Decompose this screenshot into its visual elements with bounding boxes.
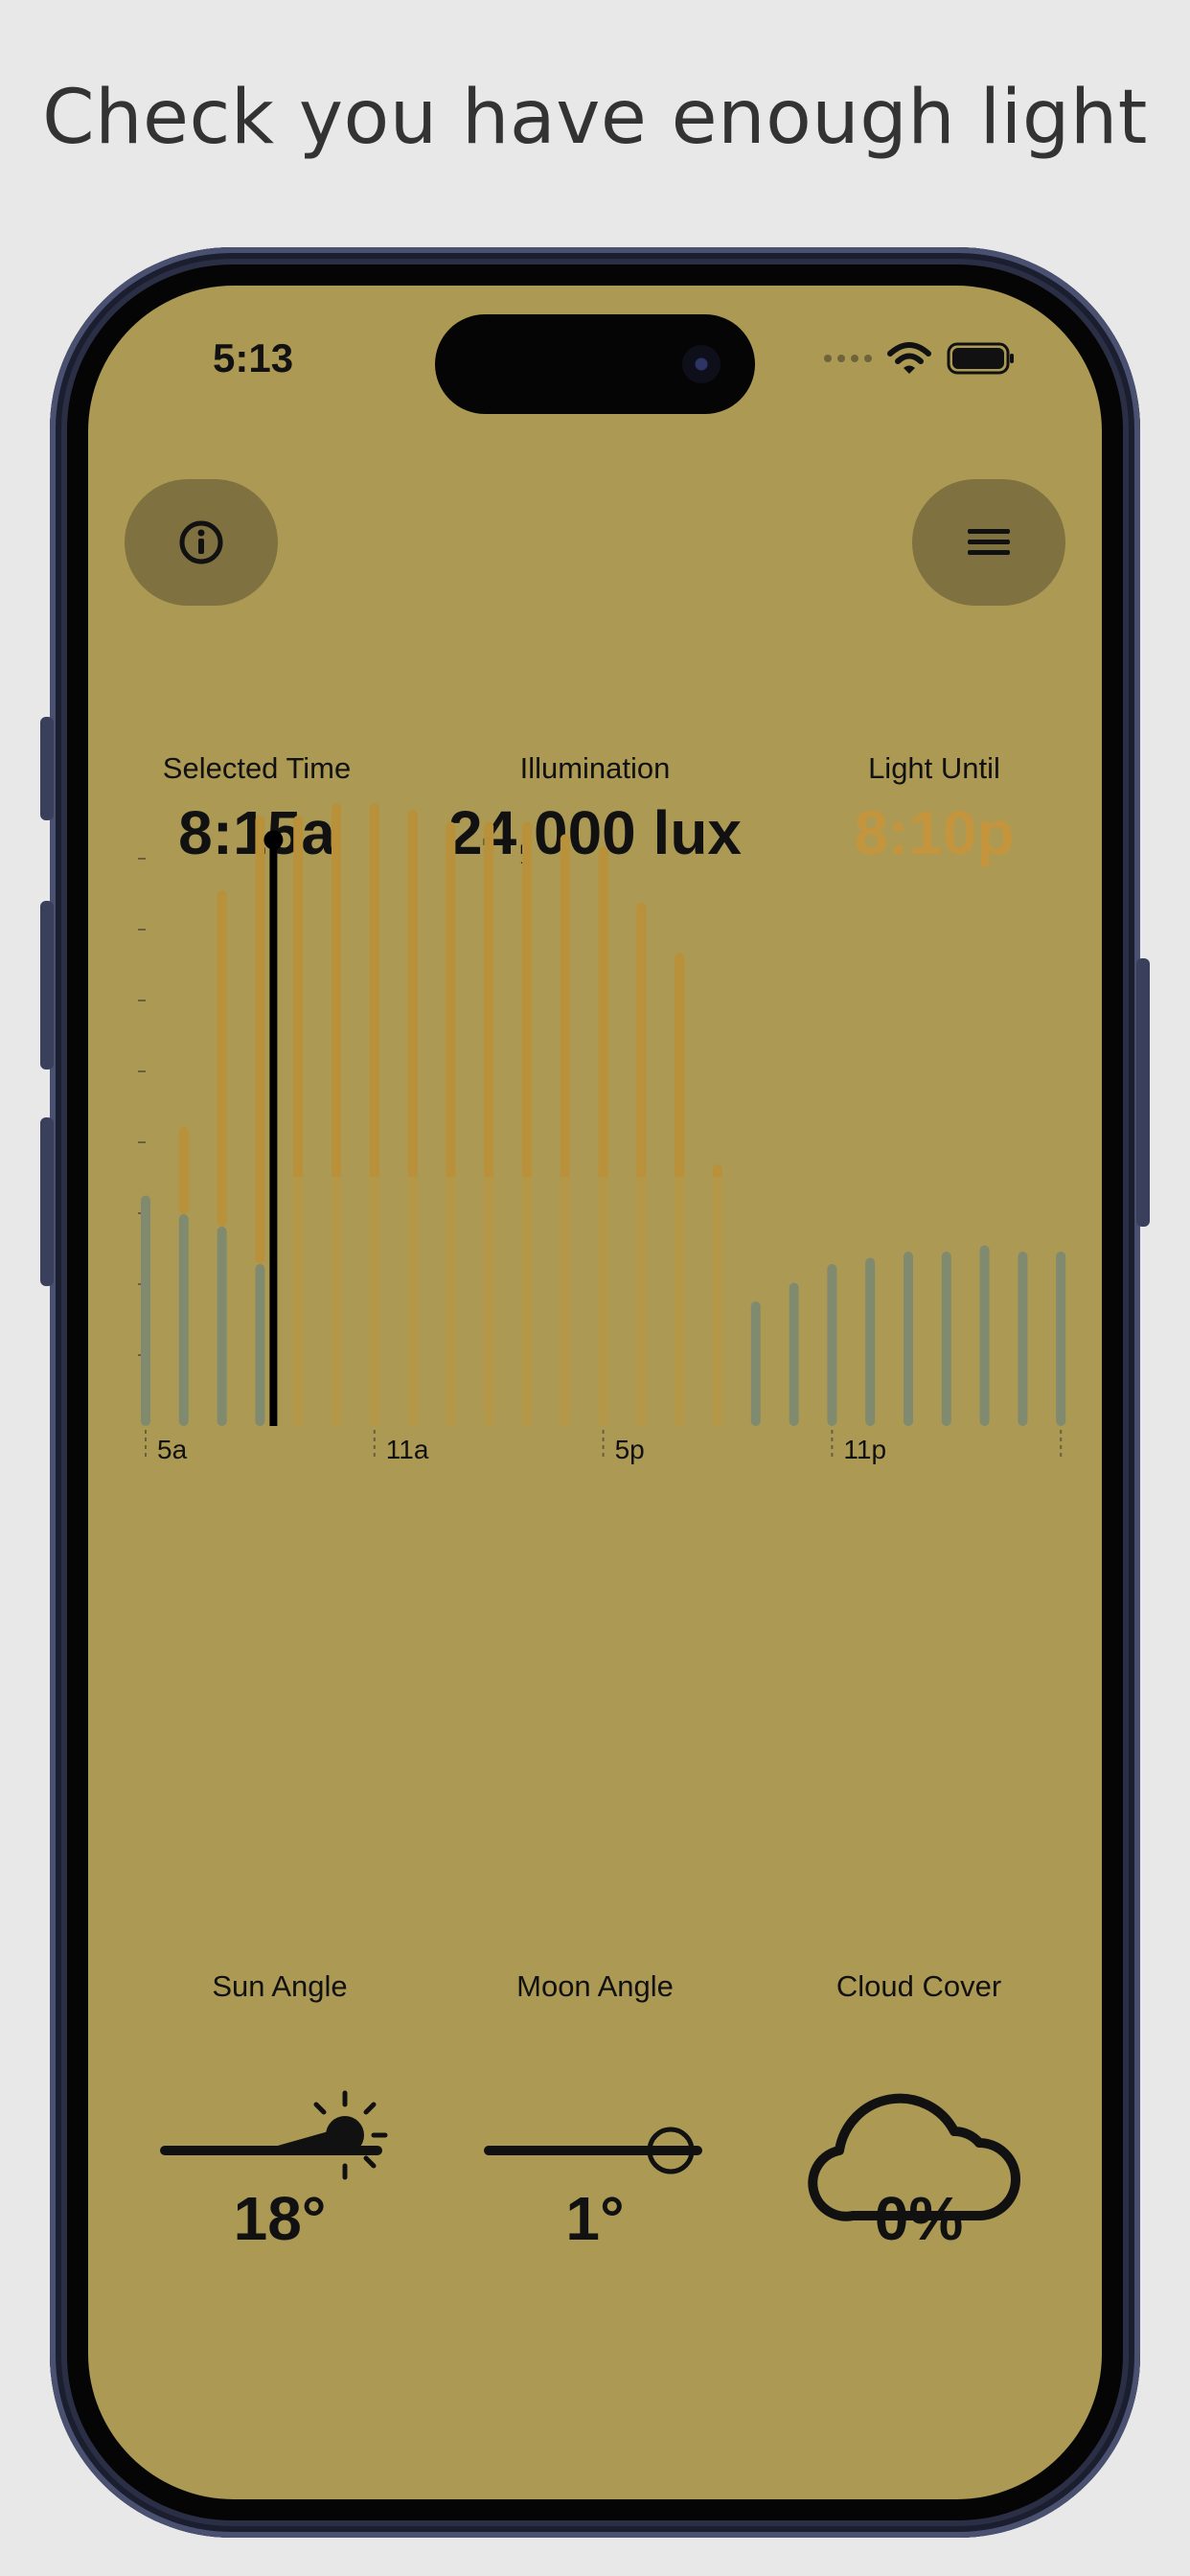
cloud-cover-value: 0%	[874, 2184, 964, 2253]
chart-bar-day[interactable]	[178, 1127, 189, 1214]
chart-bar-night[interactable]	[178, 1214, 189, 1426]
volume-down-button	[40, 1117, 54, 1286]
dynamic-island	[435, 314, 755, 414]
chart-bar-night[interactable]	[141, 1195, 150, 1427]
chart-bar-lower-band	[446, 1177, 456, 1426]
status-indicators	[824, 339, 1016, 378]
chart-bar-lower-band	[369, 1177, 379, 1426]
chart-bar-lower-band	[407, 1177, 418, 1426]
chart-bar-lower-band	[332, 1177, 341, 1426]
headline: Check you have enough light	[42, 75, 1148, 161]
chart-bar-lower-band	[636, 1177, 647, 1426]
illumination-chart-svg[interactable]: 5a 11a 5p 11p	[123, 784, 1081, 1474]
chart-bar-night[interactable]	[1018, 1252, 1028, 1426]
bottom-label-moon: Moon Angle	[516, 1969, 674, 2003]
chart-bar-lower-band	[484, 1177, 494, 1426]
bottom-label-sun: Sun Angle	[212, 1969, 348, 2003]
chart-bar-night[interactable]	[941, 1252, 951, 1426]
info-button[interactable]	[125, 479, 278, 606]
moon-angle-value: 1°	[565, 2184, 625, 2253]
chart-bar-lower-band	[598, 1177, 608, 1426]
bottom-label-cloud: Cloud Cover	[835, 1969, 1002, 2003]
menu-button[interactable]	[912, 479, 1065, 606]
power-button	[1136, 958, 1150, 1227]
illumination-chart[interactable]: 5a 11a 5p 11p	[123, 784, 1081, 1474]
chart-bar-night[interactable]	[904, 1252, 913, 1426]
moon-angle-icon-box	[479, 2083, 719, 2194]
chart-bar-lower-band	[293, 1177, 304, 1426]
chart-bar-night[interactable]	[255, 1264, 265, 1426]
info-icon	[179, 520, 223, 564]
sun-angle-icon-box	[155, 2083, 404, 2194]
x-tick-label: 5p	[615, 1435, 645, 1464]
volume-up-button	[40, 901, 54, 1070]
stat-label: Light Until	[868, 751, 1000, 785]
chart-bar-night[interactable]	[750, 1301, 761, 1426]
chart-bar-lower-band	[560, 1177, 570, 1426]
chart-bar-night[interactable]	[217, 1227, 227, 1426]
wifi-icon	[887, 342, 931, 374]
chart-bar-day[interactable]	[217, 890, 227, 1227]
selected-time-handle[interactable]	[263, 830, 284, 850]
chart-bar-night[interactable]	[1056, 1252, 1066, 1426]
x-tick-label: 5a	[157, 1435, 188, 1464]
moon-angle-icon	[484, 2127, 702, 2174]
status-time: 5:13	[213, 335, 294, 380]
signal-icon	[824, 355, 872, 362]
camera-icon	[682, 345, 721, 383]
sun-angle-value: 18°	[233, 2184, 327, 2253]
chart-bar-night[interactable]	[979, 1245, 990, 1427]
battery-icon	[947, 342, 1014, 375]
chart-bar-day[interactable]	[255, 816, 265, 1264]
chart-bar-night[interactable]	[789, 1282, 799, 1427]
chart-bar-night[interactable]	[865, 1257, 876, 1427]
hamburger-menu-icon	[968, 529, 1010, 555]
sun-angle-icon	[160, 2090, 388, 2180]
chart-bar-lower-band	[713, 1177, 722, 1426]
stat-label: Selected Time	[162, 751, 352, 785]
chart-bar-lower-band	[675, 1177, 685, 1426]
chart-bar-night[interactable]	[827, 1264, 837, 1426]
chart-bar-lower-band	[522, 1177, 532, 1426]
action-button	[40, 717, 54, 820]
app-screen: 5:13 Selected Time 8:15a Illum	[88, 286, 1102, 2499]
x-tick-label: 11p	[843, 1435, 886, 1464]
stat-label: Illumination	[519, 751, 671, 785]
x-tick-label: 11a	[386, 1435, 429, 1464]
